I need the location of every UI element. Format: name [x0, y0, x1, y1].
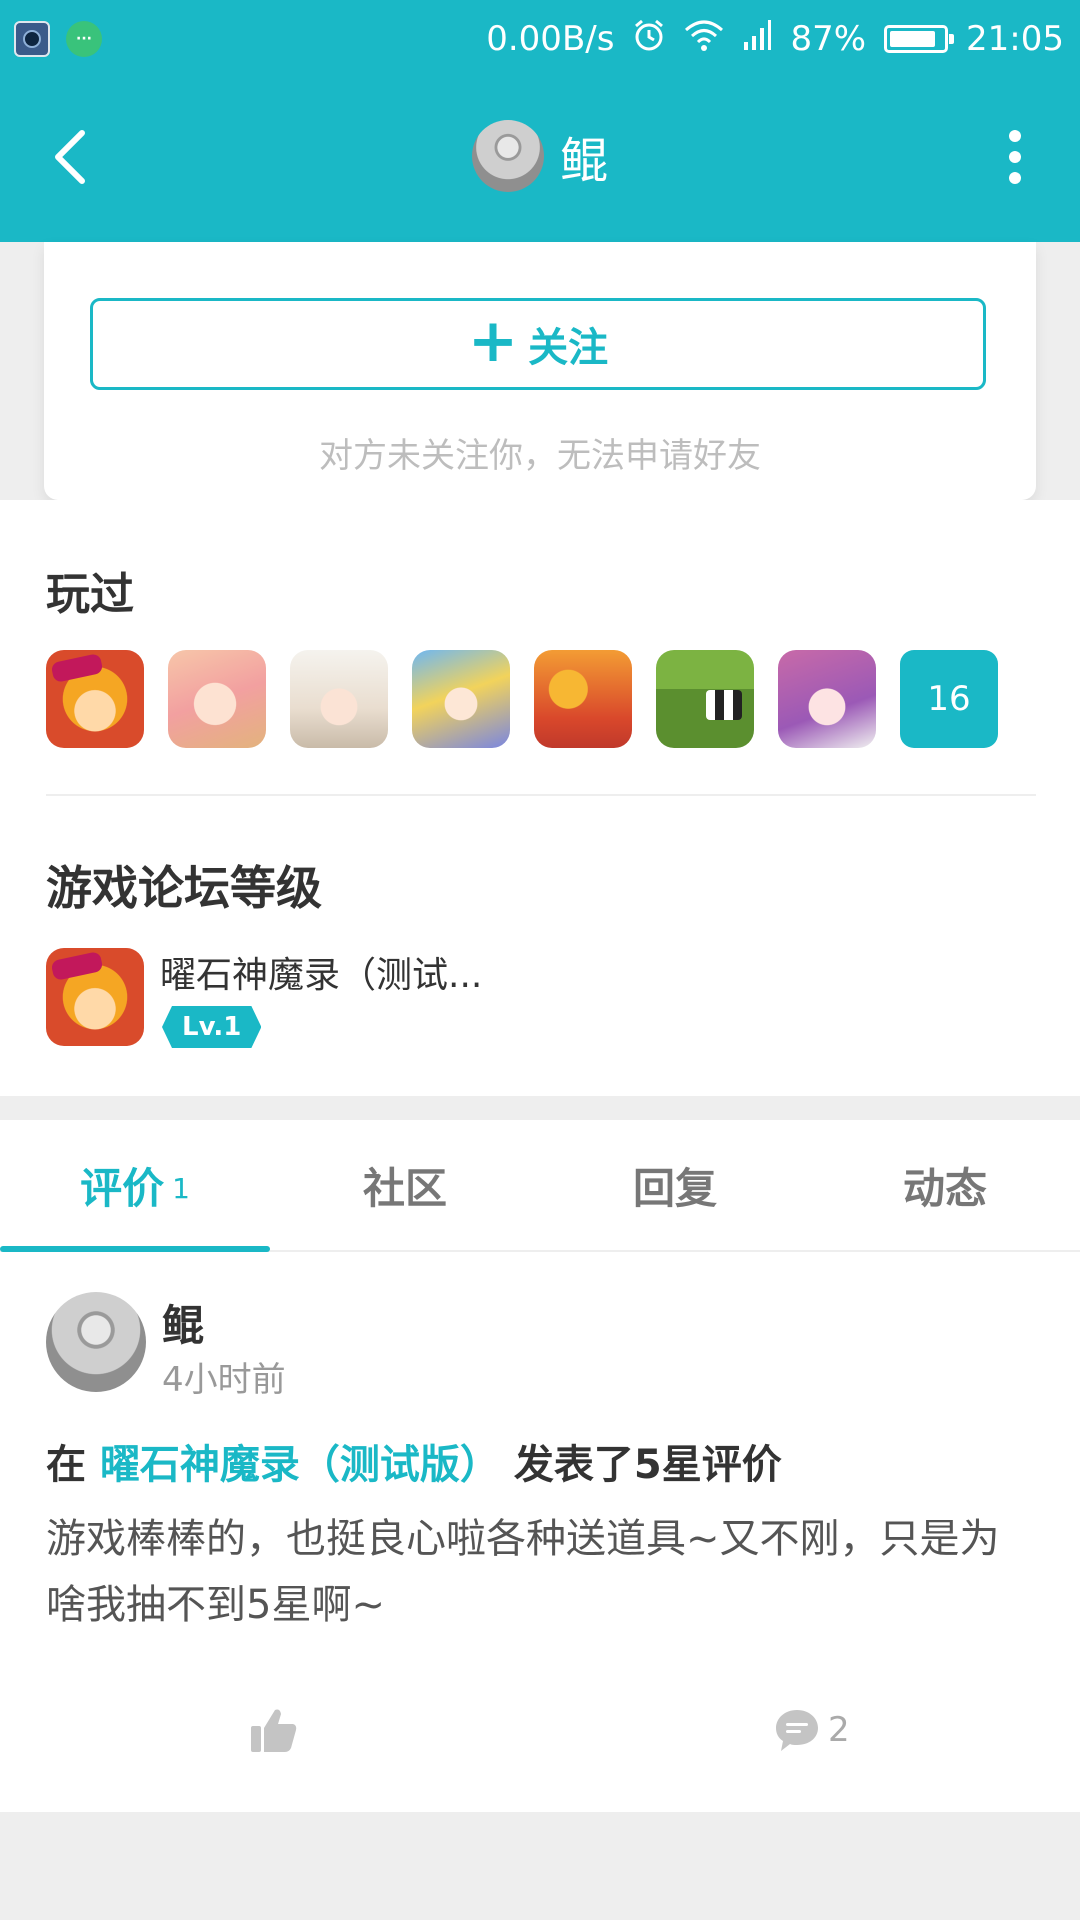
- forum-game-icon[interactable]: [46, 948, 144, 1046]
- security-app-icon: [14, 21, 50, 57]
- post-game-link[interactable]: 曜石神魔录（测试版）: [100, 1442, 500, 1488]
- wifi-icon: [684, 18, 724, 61]
- post-headline-prefix: 在: [46, 1442, 100, 1488]
- game-icon-6[interactable]: [656, 650, 754, 748]
- post-body[interactable]: 游戏棒棒的，也挺良心啦各种送道具~又不刚，只是为啥我抽不到5星啊~: [46, 1506, 1036, 1638]
- forum-game-name[interactable]: 曜石神魔录（测试...: [160, 946, 482, 998]
- tab-count: 1: [172, 1171, 190, 1205]
- clock: 21:05: [966, 19, 1064, 59]
- tab-label: 回复: [632, 1163, 717, 1213]
- game-icon-7[interactable]: [778, 650, 876, 748]
- more-vertical-icon[interactable]: [990, 122, 1040, 192]
- post-headline-suffix: 发表了5星评价: [499, 1442, 782, 1488]
- avatar[interactable]: [46, 1292, 146, 1392]
- status-indicators: 0.00B/s 87% 21:05: [486, 18, 1080, 61]
- level-badge: Lv.1: [162, 1006, 261, 1048]
- tab-label: 动态: [902, 1163, 987, 1213]
- tab-indicator: [0, 1246, 270, 1252]
- follow-hint: 对方未关注你，无法申请好友: [319, 436, 761, 476]
- battery-icon: [884, 25, 955, 53]
- game-icon-2[interactable]: [168, 650, 266, 748]
- post-actions: 2: [0, 1700, 1080, 1780]
- tab-activity[interactable]: 动态: [810, 1120, 1080, 1250]
- comment-button[interactable]: 2: [774, 1700, 850, 1760]
- header-profile: 鲲: [0, 120, 1080, 192]
- signal-icon: [742, 18, 772, 61]
- plus-icon: +: [467, 306, 519, 376]
- post-headline: 在 曜石神魔录（测试版） 发表了5星评价: [46, 1432, 782, 1490]
- status-bar: ··· 0.00B/s 87% 21:05: [0, 0, 1080, 78]
- tab-label: 评价: [80, 1163, 165, 1213]
- tab-replies[interactable]: 回复: [540, 1120, 810, 1250]
- game-icon-4[interactable]: [412, 650, 510, 748]
- battery-percent: 87%: [790, 19, 867, 59]
- page-title: 鲲: [559, 133, 608, 189]
- tab-bar: 评价 1 社区 回复 动态: [0, 1120, 1080, 1252]
- alarm-icon: [632, 18, 666, 61]
- follow-card: + 关注 对方未关注你，无法申请好友: [44, 242, 1036, 500]
- tab-label: 社区: [362, 1163, 447, 1213]
- game-icon-3[interactable]: [290, 650, 388, 748]
- comment-icon: [776, 1710, 818, 1751]
- status-notifications: ···: [0, 21, 102, 57]
- battery-level-fill: [890, 31, 936, 47]
- thumbs-up-icon: [251, 1709, 297, 1752]
- tab-community[interactable]: 社区: [270, 1120, 540, 1250]
- avatar[interactable]: [471, 120, 544, 192]
- game-icon-1[interactable]: [46, 650, 144, 748]
- tab-reviews[interactable]: 评价 1: [0, 1120, 270, 1250]
- divider: [46, 794, 1036, 796]
- follow-button-label: 关注: [528, 325, 609, 371]
- comment-count: 2: [828, 1710, 850, 1750]
- forum-level-title: 游戏论坛等级: [46, 861, 322, 915]
- profile-content: 玩过 16 游戏论坛等级 曜石神魔录（测试... Lv.1: [0, 500, 1080, 1096]
- follow-button[interactable]: + 关注: [90, 298, 986, 390]
- network-speed: 0.00B/s: [486, 19, 615, 59]
- activity-section: 评价 1 社区 回复 动态 鲲 4小时前 在 曜石神魔录（测试版） 发表了5星评…: [0, 1120, 1080, 1812]
- chat-app-icon: ···: [66, 21, 102, 57]
- played-games-list: 16: [46, 650, 998, 748]
- like-button[interactable]: [244, 1700, 304, 1760]
- post-time: 4小时前: [162, 1360, 286, 1400]
- played-section-title: 玩过: [46, 569, 134, 620]
- game-icon-5[interactable]: [534, 650, 632, 748]
- more-games-button[interactable]: 16: [900, 650, 998, 748]
- post-author[interactable]: 鲲: [162, 1292, 204, 1353]
- app-header: 鲲: [0, 78, 1080, 242]
